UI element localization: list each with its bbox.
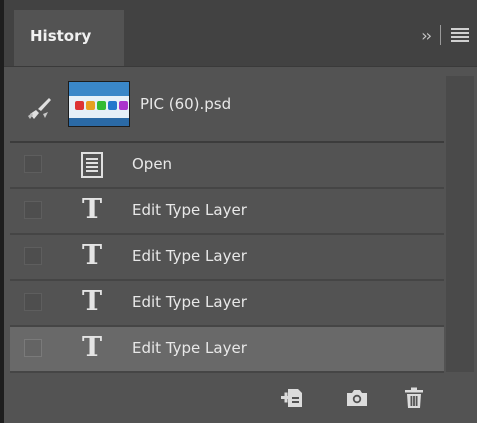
double-chevron-right-icon[interactable]: ›› [421,26,432,45]
hamburger-menu-icon[interactable] [451,28,469,42]
history-item-label: Edit Type Layer [132,201,247,219]
new-document-from-state-icon[interactable] [280,386,304,410]
snapshot-row[interactable]: PIC (60).psd [10,76,444,140]
history-item-edit-type-layer[interactable]: T Edit Type Layer [10,235,444,281]
history-item-label: Open [132,155,173,173]
source-checkbox[interactable] [24,293,42,311]
panel-header-buttons: ›› [421,24,469,46]
history-brush-icon[interactable] [26,94,54,122]
type-tool-icon: T [82,240,103,271]
header-separator [440,25,441,45]
snapshot-name: PIC (60).psd [140,95,232,113]
panel-tab-bar: History ›› [4,0,477,67]
history-item-label: Edit Type Layer [132,293,247,311]
type-tool-icon: T [82,194,103,225]
history-item-label: Edit Type Layer [132,339,247,357]
document-icon [81,152,103,178]
snapshot-thumbnail [68,81,130,127]
history-item-edit-type-layer-selected[interactable]: T Edit Type Layer [10,327,444,373]
trash-icon[interactable] [402,386,426,410]
history-item-edit-type-layer[interactable]: T Edit Type Layer [10,189,444,235]
type-tool-icon: T [82,332,103,363]
panel-footer [4,374,477,423]
history-panel: History ›› PIC (60).psd Open T Edit Type… [0,0,477,423]
camera-icon[interactable] [345,386,369,410]
source-checkbox[interactable] [24,247,42,265]
type-tool-icon: T [82,286,103,317]
history-state-list: Open T Edit Type Layer T Edit Type Layer… [10,143,444,373]
tab-history[interactable]: History [14,10,124,66]
source-checkbox[interactable] [24,155,42,173]
source-checkbox[interactable] [24,201,42,219]
source-checkbox[interactable] [24,339,42,357]
scrollbar-track[interactable] [446,76,474,372]
tab-history-label: History [30,27,92,45]
history-item-open[interactable]: Open [10,143,444,189]
history-item-edit-type-layer[interactable]: T Edit Type Layer [10,281,444,327]
history-item-label: Edit Type Layer [132,247,247,265]
